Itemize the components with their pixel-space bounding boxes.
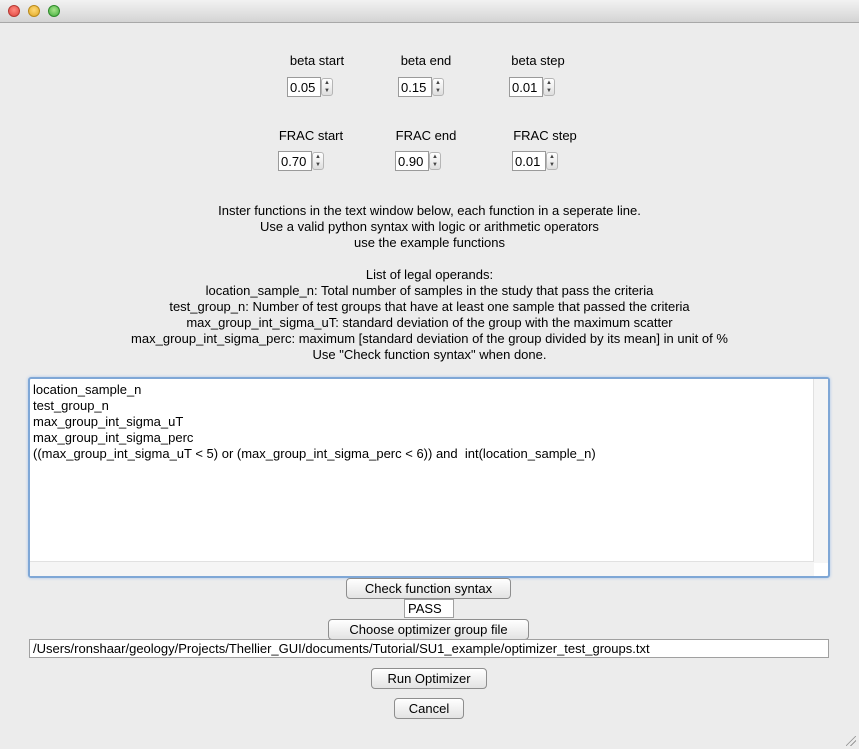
functions-text[interactable]: location_sample_n test_group_n max_group… — [33, 382, 596, 462]
arrow-down-icon[interactable]: ▼ — [430, 161, 440, 169]
beta-step-input[interactable] — [509, 77, 543, 97]
group-file-path-field[interactable] — [29, 639, 829, 658]
arrow-down-icon[interactable]: ▼ — [547, 161, 557, 169]
operands-list: List of legal operands: location_sample_… — [0, 267, 859, 363]
beta-end-stepper[interactable]: ▲ ▼ — [432, 78, 444, 96]
beta-step-stepper[interactable]: ▲ ▼ — [543, 78, 555, 96]
frac-step-stepper[interactable]: ▲ ▼ — [546, 152, 558, 170]
resize-grip-icon[interactable] — [846, 736, 856, 746]
arrow-down-icon[interactable]: ▼ — [322, 87, 332, 95]
vertical-scrollbar[interactable] — [813, 379, 828, 563]
run-optimizer-button[interactable]: Run Optimizer — [371, 668, 487, 689]
operands-heading: List of legal operands: — [365, 267, 494, 282]
beta-end-input[interactable] — [398, 77, 432, 97]
close-window-button[interactable] — [8, 5, 20, 17]
arrow-down-icon[interactable]: ▼ — [313, 161, 323, 169]
frac-end-input[interactable] — [395, 151, 429, 171]
arrow-up-icon[interactable]: ▲ — [547, 153, 557, 161]
arrow-up-icon[interactable]: ▲ — [430, 153, 440, 161]
frac-end-stepper[interactable]: ▲ ▼ — [429, 152, 441, 170]
beta-end-label: beta end — [400, 53, 452, 68]
check-function-syntax-button[interactable]: Check function syntax — [346, 578, 511, 599]
operand-description: location_sample_n: Total number of sampl… — [205, 283, 654, 298]
beta-step-label: beta step — [511, 53, 565, 68]
instruction-line: Use a valid python syntax with logic or … — [260, 219, 599, 234]
syntax-status-field[interactable] — [404, 599, 454, 618]
minimize-window-button[interactable] — [28, 5, 40, 17]
arrow-down-icon[interactable]: ▼ — [433, 87, 443, 95]
instructions-text: Inster functions in the text window belo… — [0, 203, 859, 251]
beta-start-label: beta start — [289, 53, 345, 68]
arrow-down-icon[interactable]: ▼ — [544, 87, 554, 95]
functions-text-area[interactable]: location_sample_n test_group_n max_group… — [28, 377, 830, 578]
frac-start-stepper[interactable]: ▲ ▼ — [312, 152, 324, 170]
arrow-up-icon[interactable]: ▲ — [322, 79, 332, 87]
zoom-window-button[interactable] — [48, 5, 60, 17]
choose-optimizer-group-file-button[interactable]: Choose optimizer group file — [328, 619, 529, 640]
frac-step-input[interactable] — [512, 151, 546, 171]
frac-end-label: FRAC end — [395, 128, 457, 143]
beta-start-input[interactable] — [287, 77, 321, 97]
frac-start-label: FRAC start — [278, 128, 344, 143]
operand-description: max_group_int_sigma_uT: standard deviati… — [186, 315, 673, 330]
arrow-up-icon[interactable]: ▲ — [313, 153, 323, 161]
operand-description: test_group_n: Number of test groups that… — [169, 299, 690, 314]
cancel-button[interactable]: Cancel — [394, 698, 464, 719]
arrow-up-icon[interactable]: ▲ — [544, 79, 554, 87]
frac-step-label: FRAC step — [513, 128, 577, 143]
horizontal-scrollbar[interactable] — [30, 561, 814, 576]
instruction-line: Inster functions in the text window belo… — [218, 203, 641, 218]
window-titlebar — [0, 0, 859, 23]
operand-description: max_group_int_sigma_perc: maximum [stand… — [131, 331, 728, 346]
instruction-line: use the example functions — [353, 235, 506, 250]
arrow-up-icon[interactable]: ▲ — [433, 79, 443, 87]
frac-start-input[interactable] — [278, 151, 312, 171]
beta-start-stepper[interactable]: ▲ ▼ — [321, 78, 333, 96]
usage-hint: Use "Check function syntax" when done. — [312, 347, 547, 362]
